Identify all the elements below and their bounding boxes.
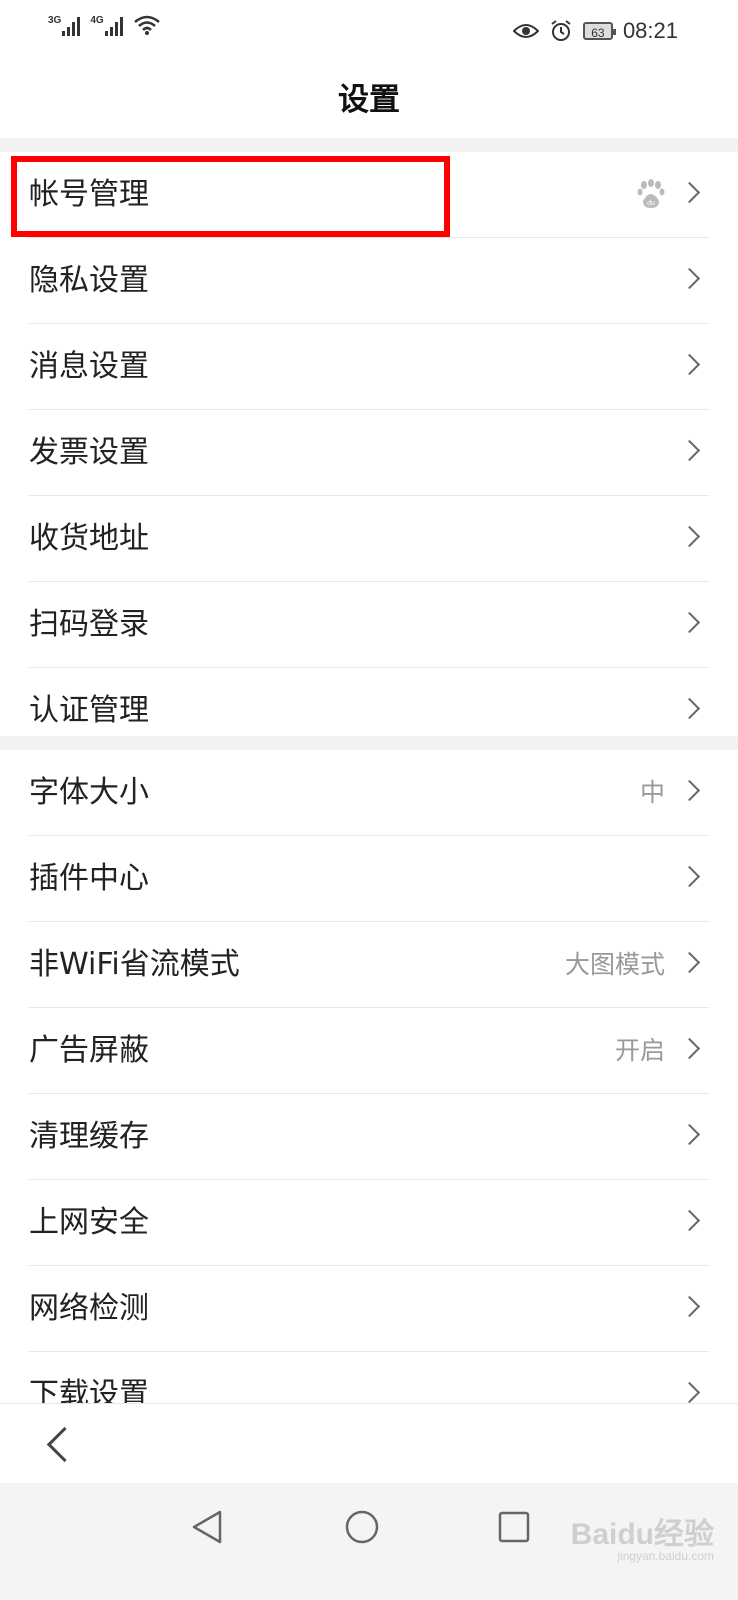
settings-group-account: 帐号管理 du 隐私设置 消息设置 发票设置 收货地址 扫码登录 认证管理	[0, 152, 738, 753]
nav-back-icon[interactable]	[190, 1509, 224, 1545]
clock: 08:21	[622, 18, 678, 43]
settings-item-invoice[interactable]: 发票设置	[29, 410, 709, 496]
wifi-icon	[133, 15, 160, 35]
settings-item-label: 广告屏蔽	[29, 1033, 149, 1068]
chevron-right-icon	[678, 1295, 701, 1318]
settings-item-plugin-center[interactable]: 插件中心	[29, 836, 709, 922]
settings-item-value: 中	[639, 778, 665, 807]
chevron-right-icon	[678, 1123, 701, 1146]
settings-item-label: 消息设置	[29, 349, 149, 384]
settings-group-general: 字体大小 中 插件中心 非WiFi省流模式 大图模式 广告屏蔽 开启 清理缓存 …	[0, 750, 738, 1437]
nav-recents-icon[interactable]	[498, 1511, 530, 1543]
svg-text:du: du	[647, 200, 655, 207]
settings-item-font-size[interactable]: 字体大小 中	[29, 750, 709, 836]
chevron-right-icon	[678, 779, 701, 802]
chevron-right-icon	[678, 181, 701, 204]
settings-item-data-saver[interactable]: 非WiFi省流模式 大图模式	[29, 922, 709, 1008]
settings-item-label: 字体大小	[29, 775, 149, 810]
page-title: 设置	[338, 82, 400, 118]
network-type-label: 3G	[48, 15, 62, 26]
settings-item-label: 发票设置	[29, 435, 149, 470]
settings-item-clear-cache[interactable]: 清理缓存	[29, 1094, 709, 1180]
status-bar: 3G 4G 63 08:21	[0, 0, 738, 62]
settings-item-notifications[interactable]: 消息设置	[29, 324, 709, 410]
chevron-right-icon	[678, 1037, 701, 1060]
settings-item-label: 隐私设置	[29, 263, 149, 298]
eye-comfort-icon	[512, 24, 539, 38]
network-type-label: 4G	[90, 15, 104, 26]
settings-item-label: 网络检测	[29, 1291, 149, 1326]
chevron-right-icon	[678, 525, 701, 548]
system-nav-bar: Baidu经验 jingyan.baidu.com	[0, 1483, 738, 1600]
signal-icon: 3G	[48, 15, 81, 36]
chevron-right-icon	[678, 267, 701, 290]
chevron-right-icon	[678, 951, 701, 974]
settings-item-label: 非WiFi省流模式	[29, 947, 240, 982]
settings-item-qr-login[interactable]: 扫码登录	[29, 582, 709, 668]
chevron-right-icon	[678, 697, 701, 720]
battery-icon: 63	[582, 22, 616, 40]
page-header: 设置	[0, 62, 738, 138]
settings-item-web-security[interactable]: 上网安全	[29, 1180, 709, 1266]
section-divider	[0, 138, 738, 152]
chevron-right-icon	[678, 1381, 701, 1404]
settings-item-network-check[interactable]: 网络检测	[29, 1266, 709, 1352]
settings-item-value: 开启	[614, 1036, 665, 1065]
chevron-right-icon	[678, 439, 701, 462]
baidu-watermark: Baidu经验 jingyan.baidu.com	[571, 1509, 714, 1563]
settings-item-shipping-address[interactable]: 收货地址	[29, 496, 709, 582]
settings-item-label: 扫码登录	[29, 607, 149, 642]
back-icon[interactable]	[46, 1426, 83, 1463]
settings-item-privacy[interactable]: 隐私设置	[29, 238, 709, 324]
signal-icon: 4G	[90, 15, 123, 36]
section-divider	[0, 736, 738, 750]
baidu-paw-icon: du	[637, 179, 665, 208]
settings-item-label: 插件中心	[29, 861, 149, 896]
settings-item-label: 清理缓存	[29, 1119, 149, 1154]
alarm-icon	[551, 20, 571, 41]
settings-item-value: 大图模式	[564, 950, 665, 979]
nav-home-icon[interactable]	[344, 1509, 380, 1545]
settings-item-ad-block[interactable]: 广告屏蔽 开启	[29, 1008, 709, 1094]
chevron-right-icon	[678, 865, 701, 888]
highlight-box	[11, 156, 450, 237]
watermark-brand: Baidu经验	[570, 1518, 714, 1551]
chevron-right-icon	[678, 353, 701, 376]
settings-item-label: 收货地址	[29, 521, 149, 556]
chevron-right-icon	[678, 611, 701, 634]
settings-item-label: 上网安全	[29, 1205, 149, 1240]
bottom-toolbar	[0, 1403, 738, 1484]
chevron-right-icon	[678, 1209, 701, 1232]
